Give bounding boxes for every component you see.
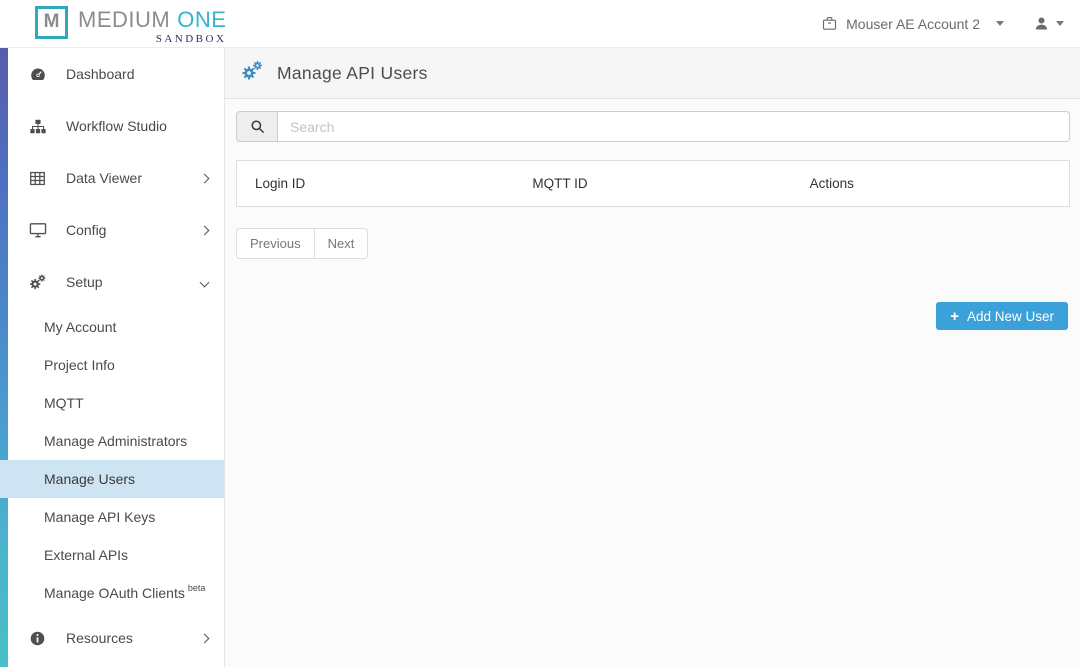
page-header: Manage API Users — [225, 48, 1080, 99]
user-icon — [1034, 16, 1049, 31]
add-new-user-label: Add New User — [967, 309, 1054, 324]
sitemap-icon — [28, 118, 47, 135]
gauge-icon — [28, 66, 47, 83]
sidebar-subitem-manage-api-keys[interactable]: Manage API Keys — [8, 498, 224, 536]
user-menu[interactable] — [1034, 16, 1064, 31]
sidebar-subitem-manage-oauth-clients[interactable]: Manage OAuth Clients beta — [8, 574, 224, 612]
brand-logo: M MEDIUM ONE SANDBOX — [35, 3, 226, 45]
sidebar-subitem-label: Manage OAuth Clients — [44, 585, 185, 601]
add-new-user-button[interactable]: + Add New User — [936, 302, 1068, 330]
brand-name-medium: MEDIUM — [78, 7, 170, 32]
sidebar-subitem-manage-administrators[interactable]: Manage Administrators — [8, 422, 224, 460]
previous-button[interactable]: Previous — [236, 228, 315, 259]
brand-name: MEDIUM ONE — [78, 7, 226, 33]
plus-icon: + — [950, 309, 959, 324]
sidebar-item-resources[interactable]: Resources — [8, 612, 224, 664]
desktop-icon — [28, 222, 47, 238]
sidebar-item-setup[interactable]: Setup — [8, 256, 224, 308]
sidebar-item-label: Data Viewer — [66, 170, 201, 186]
column-header-login-id: Login ID — [237, 161, 514, 206]
sidebar: Dashboard Workflow Studio — [0, 48, 225, 667]
pagination: Previous Next — [236, 228, 368, 259]
top-bar: M MEDIUM ONE SANDBOX Mouser AE Account 2 — [0, 0, 1080, 48]
sidebar-subitem-label: My Account — [44, 319, 116, 335]
briefcase-icon — [822, 16, 837, 31]
sidebar-subitem-label: Manage Administrators — [44, 433, 187, 449]
sidebar-item-label: Setup — [66, 274, 201, 290]
table-icon — [28, 170, 47, 187]
column-header-actions: Actions — [792, 161, 1069, 206]
sidebar-subitem-label: Manage API Keys — [44, 509, 155, 525]
account-selector[interactable]: Mouser AE Account 2 — [822, 16, 1004, 32]
sidebar-subitem-label: Manage Users — [44, 471, 135, 487]
info-icon — [28, 630, 47, 647]
account-label: Mouser AE Account 2 — [846, 16, 980, 32]
sidebar-gradient-strip — [0, 48, 8, 667]
search-addon — [236, 111, 277, 142]
brand-name-one: ONE — [177, 7, 226, 32]
sidebar-item-label: Workflow Studio — [66, 118, 208, 134]
beta-badge: beta — [188, 583, 206, 593]
chevron-right-icon — [200, 225, 210, 235]
main-content: Manage API Users Login ID MQTT ID Action… — [225, 48, 1080, 667]
sidebar-subitem-label: External APIs — [44, 547, 128, 563]
chevron-down-icon — [1056, 21, 1064, 26]
chevron-down-icon — [200, 277, 210, 287]
chevron-right-icon — [200, 633, 210, 643]
sidebar-item-config[interactable]: Config — [8, 204, 224, 256]
sidebar-item-dashboard[interactable]: Dashboard — [8, 48, 224, 100]
sidebar-subitem-project-info[interactable]: Project Info — [8, 346, 224, 384]
sidebar-item-label: Resources — [66, 630, 201, 646]
chevron-right-icon — [200, 173, 210, 183]
next-button[interactable]: Next — [315, 228, 369, 259]
table-header-row: Login ID MQTT ID Actions — [237, 161, 1069, 206]
page-title: Manage API Users — [277, 63, 428, 84]
sidebar-subitem-external-apis[interactable]: External APIs — [8, 536, 224, 574]
column-header-mqtt-id: MQTT ID — [514, 161, 791, 206]
search-bar — [236, 111, 1070, 142]
search-icon — [250, 119, 265, 134]
sidebar-subitem-label: MQTT — [44, 395, 84, 411]
search-input[interactable] — [277, 111, 1070, 142]
sidebar-item-workflow-studio[interactable]: Workflow Studio — [8, 100, 224, 152]
api-users-table: Login ID MQTT ID Actions — [236, 160, 1070, 207]
chevron-down-icon — [996, 21, 1004, 26]
brand-subtitle: SANDBOX — [78, 33, 226, 45]
app-window: M MEDIUM ONE SANDBOX Mouser AE Account 2 — [0, 0, 1080, 667]
brand-mark-icon: M — [35, 6, 68, 39]
sidebar-item-label: Dashboard — [66, 66, 208, 82]
sidebar-subitem-mqtt[interactable]: MQTT — [8, 384, 224, 422]
sidebar-subitem-manage-users[interactable]: Manage Users — [0, 460, 224, 498]
sidebar-item-label: Config — [66, 222, 201, 238]
sidebar-item-data-viewer[interactable]: Data Viewer — [8, 152, 224, 204]
brand-mark-letter: M — [44, 11, 60, 33]
sidebar-subitem-label: Project Info — [44, 357, 115, 373]
gears-icon — [28, 273, 47, 292]
sidebar-subitem-my-account[interactable]: My Account — [8, 308, 224, 346]
gears-icon — [240, 59, 264, 88]
